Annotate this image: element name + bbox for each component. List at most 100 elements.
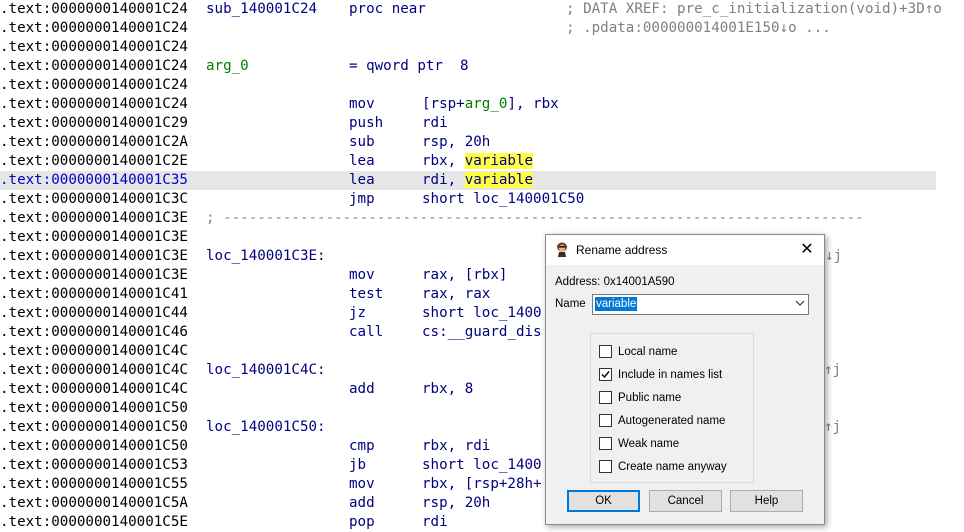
code-label[interactable]: sub_140001C24: [206, 0, 317, 19]
code-separator: ; --------------------------------------…: [206, 210, 864, 226]
listing-line[interactable]: .text:0000000140001C2A sub rsp, 20h: [0, 133, 936, 152]
instruction-mnemonic: jz: [349, 305, 367, 321]
line-address: .text:0000000140001C55: [0, 476, 188, 492]
listing-line[interactable]: .text:0000000140001C3E ; ----------------…: [0, 209, 936, 228]
line-address: .text:0000000140001C41: [0, 286, 188, 302]
checkbox[interactable]: [599, 437, 612, 450]
listing-line[interactable]: .text:0000000140001C24: [0, 38, 936, 57]
checkbox-checked[interactable]: [599, 368, 612, 381]
address-value: 0x14001A590: [603, 276, 675, 288]
instruction-operands[interactable]: rsp, 20h: [422, 494, 490, 513]
instruction-mnemonic: jb: [349, 457, 367, 473]
instruction-mnemonic: add: [349, 495, 375, 511]
code-label[interactable]: loc_140001C3E:: [206, 247, 326, 266]
name-input-value[interactable]: variable: [595, 297, 638, 311]
name-combobox[interactable]: variable: [592, 294, 809, 315]
instruction-operands[interactable]: rbx, [rsp+28h+: [422, 475, 542, 494]
instruction-operands[interactable]: short loc_1400: [422, 456, 542, 475]
operand-text: [rsp+: [422, 96, 465, 112]
xref-comment[interactable]: ; DATA XREF: pre_c_initialization(void)+…: [566, 0, 942, 19]
option-label: Create name anyway: [618, 461, 727, 473]
line-address: .text:0000000140001C24: [0, 20, 188, 36]
operand-arg-name[interactable]: arg_0: [465, 96, 508, 112]
name-label: Name: [555, 298, 586, 310]
close-icon[interactable]: ✕: [798, 241, 816, 259]
listing-line[interactable]: .text:0000000140001C24: [0, 76, 936, 95]
line-address: .text:0000000140001C46: [0, 324, 188, 340]
instruction-mnemonic: add: [349, 381, 375, 397]
instruction-operands[interactable]: rax, rax: [422, 285, 490, 304]
listing-line[interactable]: .text:0000000140001C29 push rdi: [0, 114, 936, 133]
option-label: Local name: [618, 346, 678, 358]
code-label[interactable]: arg_0: [206, 57, 249, 76]
instruction-mnemonic: cmp: [349, 438, 375, 454]
checkbox[interactable]: [599, 345, 612, 358]
xref-arrow-icon[interactable]: ↑j: [824, 361, 841, 380]
listing-line[interactable]: .text:0000000140001C24 sub_140001C24 proc …: [0, 0, 942, 19]
option-label: Public name: [618, 392, 682, 404]
line-address: .text:0000000140001C3E: [0, 210, 188, 226]
line-address: .text:0000000140001C35: [0, 172, 188, 188]
checkbox[interactable]: [599, 460, 612, 473]
instruction-mnemonic: call: [349, 324, 384, 340]
rename-address-dialog: Rename address ✕ Address: 0x14001A590 Na…: [545, 234, 825, 525]
dialog-titlebar[interactable]: Rename address ✕: [546, 235, 824, 265]
line-address: .text:0000000140001C53: [0, 457, 188, 473]
checkmark-icon: [601, 371, 610, 379]
code-label[interactable]: loc_140001C4C:: [206, 361, 326, 380]
listing-line[interactable]: .text:0000000140001C2E lea rbx, variable: [0, 152, 936, 171]
instruction-mnemonic: proc near: [349, 1, 426, 17]
listing-line[interactable]: .text:0000000140001C24 arg_0 = qword ptr 8: [0, 57, 936, 76]
xref-arrow-icon[interactable]: ↑j: [824, 418, 841, 437]
instruction-operands[interactable]: rbx, 8: [422, 380, 473, 399]
line-address: .text:0000000140001C24: [0, 39, 188, 55]
instruction-mnemonic: lea: [349, 172, 375, 188]
listing-line[interactable]: .text:0000000140001C24 mov [rsp+arg_0], rb…: [0, 95, 936, 114]
instruction-operands[interactable]: rsp, 20h: [422, 133, 490, 152]
line-address: .text:0000000140001C50: [0, 400, 188, 416]
instruction-operands[interactable]: [rsp+arg_0], rbx: [422, 95, 559, 114]
instruction-mnemonic: mov: [349, 267, 375, 283]
operand-text: ], rbx: [507, 96, 559, 112]
code-label[interactable]: loc_140001C50:: [206, 418, 326, 437]
highlighted-identifier[interactable]: variable: [464, 172, 534, 188]
operand-text: rbx,: [422, 153, 465, 169]
instruction-operands[interactable]: rbx, variable: [422, 152, 534, 171]
ok-button[interactable]: OK: [567, 490, 640, 512]
instruction-mnemonic: push: [349, 115, 384, 131]
address-label: Address:: [555, 276, 601, 288]
line-address: .text:0000000140001C2E: [0, 153, 188, 169]
listing-line-selected[interactable]: .text:0000000140001C35 lea rdi, variable: [0, 171, 936, 190]
instruction-operands[interactable]: short loc_1400: [422, 304, 542, 323]
line-address: .text:0000000140001C4C: [0, 381, 188, 397]
instruction-operands[interactable]: rbx, rdi: [422, 437, 490, 456]
line-address: .text:0000000140001C4C: [0, 343, 188, 359]
listing-line[interactable]: .text:0000000140001C24 ; .pdata:000000014…: [0, 19, 936, 38]
xref-comment[interactable]: ; .pdata:000000014001E150↓o ...: [566, 19, 831, 38]
highlighted-identifier[interactable]: variable: [464, 153, 534, 169]
line-address: .text:0000000140001C2A: [0, 134, 188, 150]
listing-line[interactable]: .text:0000000140001C3C jmp short loc_14000…: [0, 190, 936, 209]
line-address: .text:0000000140001C50: [0, 438, 188, 454]
instruction-operands[interactable]: rdi: [422, 114, 448, 133]
instruction-operands[interactable]: rdi, variable: [422, 171, 534, 190]
instruction-operands[interactable]: short loc_140001C50: [422, 190, 584, 209]
line-address: .text:0000000140001C4C: [0, 362, 188, 378]
line-address: .text:0000000140001C29: [0, 115, 188, 131]
line-address: .text:0000000140001C50: [0, 419, 188, 435]
cancel-button[interactable]: Cancel: [649, 490, 722, 512]
operand-text: rdi,: [422, 172, 465, 188]
ida-app-icon: [555, 242, 569, 257]
checkbox[interactable]: [599, 391, 612, 404]
checkbox[interactable]: [599, 414, 612, 427]
line-address: .text:0000000140001C24: [0, 1, 188, 17]
xref-arrow-icon[interactable]: ↓j: [825, 247, 842, 266]
option-label: Weak name: [618, 438, 680, 450]
instruction-mnemonic: test: [349, 286, 384, 302]
instruction-operands[interactable]: rax, [rbx]: [422, 266, 507, 285]
chevron-down-icon[interactable]: [795, 298, 805, 308]
instruction-mnemonic: mov: [349, 96, 375, 112]
help-button[interactable]: Help: [730, 490, 803, 512]
dialog-title: Rename address: [576, 243, 668, 257]
instruction-operands[interactable]: cs:__guard_dis: [422, 323, 542, 342]
